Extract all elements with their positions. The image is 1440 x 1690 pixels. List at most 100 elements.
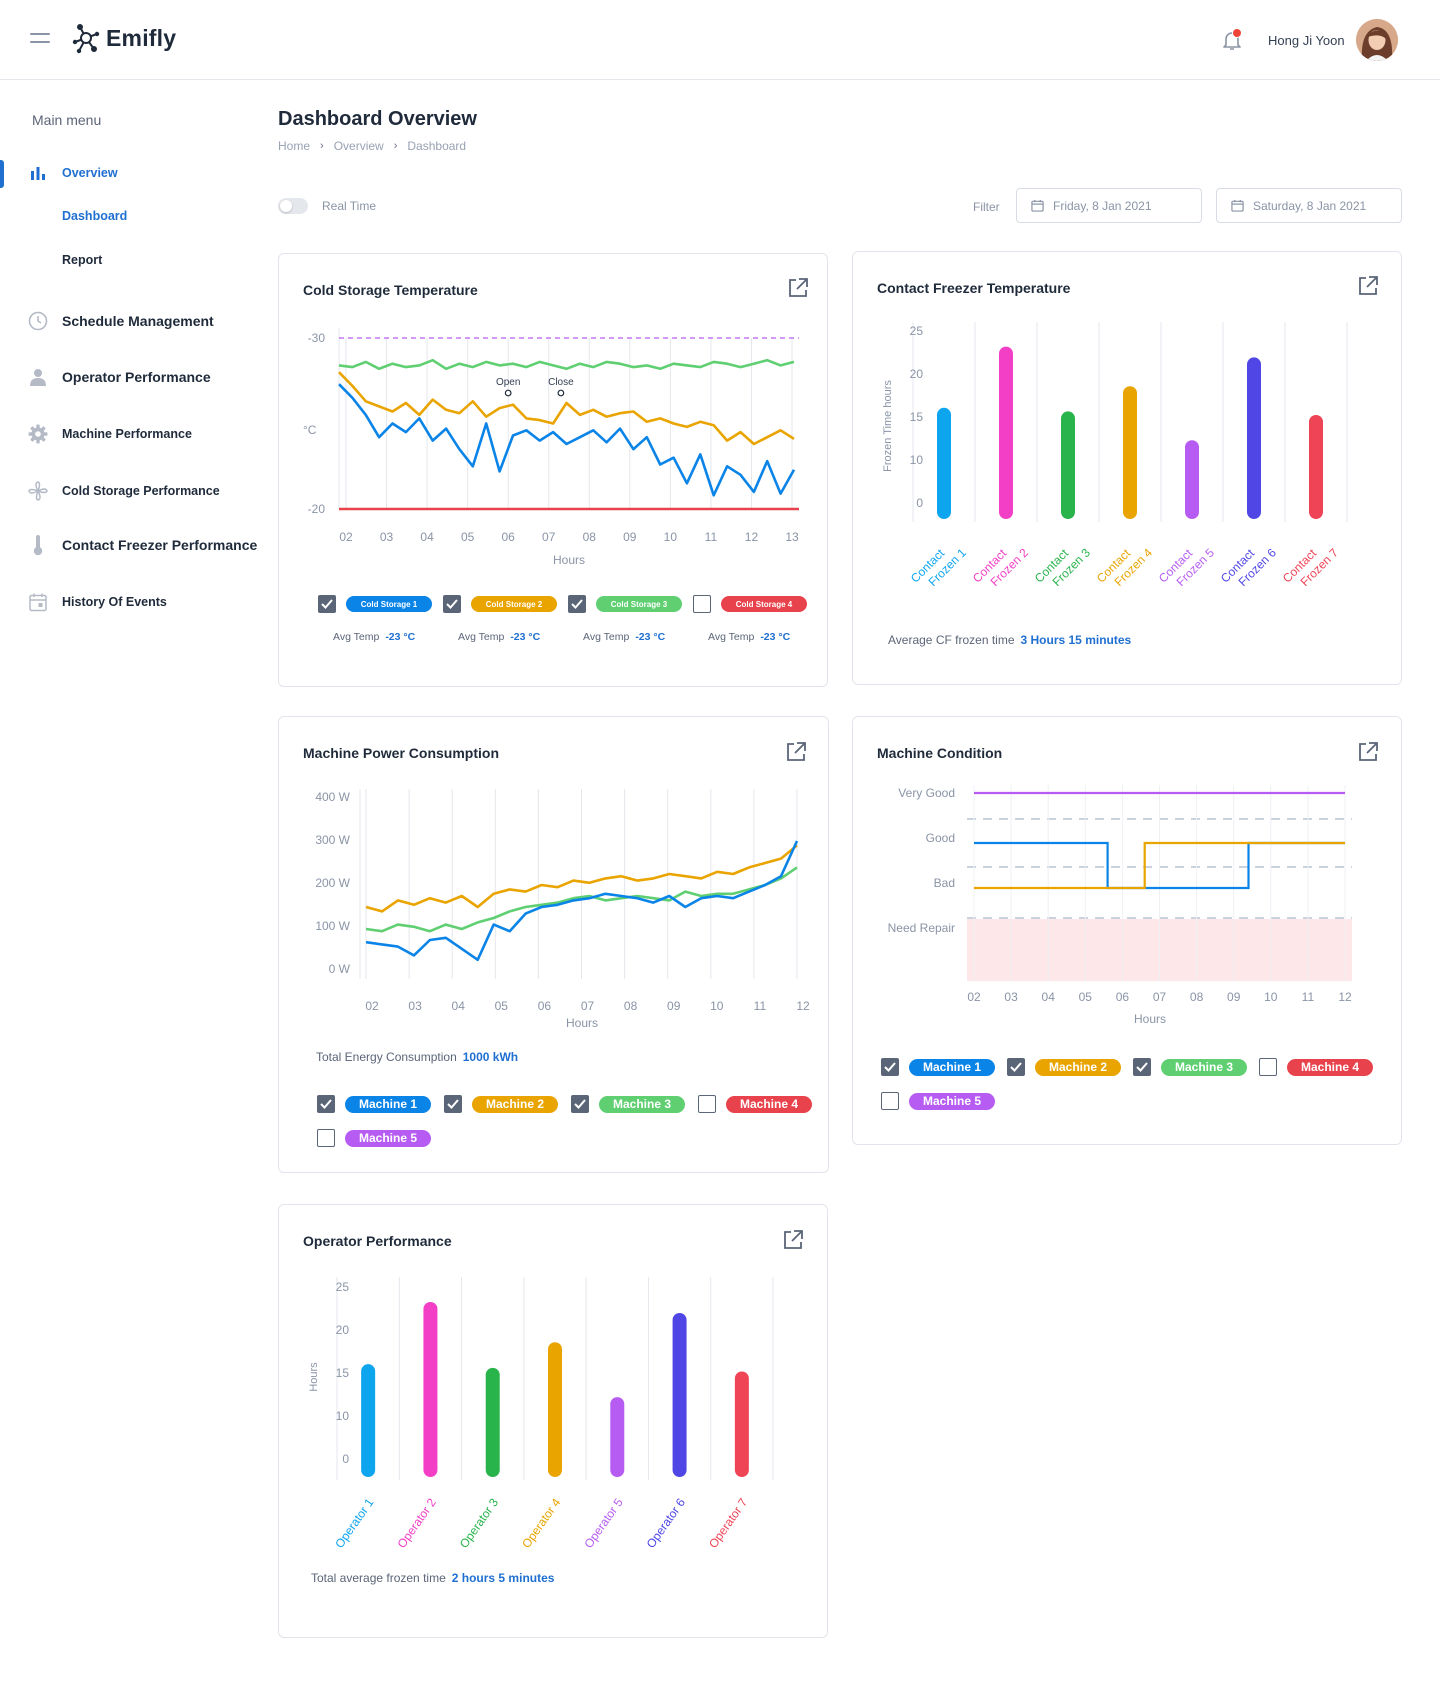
- breadcrumb-home[interactable]: Home: [278, 139, 310, 153]
- avg-temp: Avg Temp -23 °C: [583, 631, 665, 643]
- sidebar-item-contact-freezer-performance[interactable]: Contact Freezer Performance: [0, 534, 270, 556]
- clock-icon: [27, 310, 49, 332]
- legend-cold-storage-1[interactable]: Cold Storage 1: [318, 595, 432, 613]
- checkbox[interactable]: [444, 1095, 462, 1113]
- date-from-picker[interactable]: Friday, 8 Jan 2021: [1016, 188, 1202, 223]
- checkbox[interactable]: [698, 1095, 716, 1113]
- checkbox[interactable]: [693, 595, 711, 613]
- avg-temp-label: Avg Temp: [458, 631, 505, 643]
- sidebar-item-schedule-management[interactable]: Schedule Management: [0, 310, 270, 332]
- x-tick-label: 04: [420, 530, 434, 544]
- contact-freezer-chart: 25 20 15 10 0 Frozen Time hours ContactFrozen …: [882, 322, 1348, 596]
- x-tick-label: 10: [1264, 990, 1278, 1004]
- legend-pill: Machine 1: [909, 1058, 995, 1076]
- sidebar-item-label: Overview: [62, 166, 118, 180]
- check-icon: [446, 599, 458, 609]
- machine-power-card: Machine Power Consumption 02 03 04 05 06 07 08…: [278, 716, 829, 1173]
- y-axis-label: Hours: [308, 1362, 320, 1392]
- legend-machine-2[interactable]: Machine 2: [1007, 1058, 1121, 1076]
- sidebar-item-label: Contact Freezer Performance: [62, 537, 258, 553]
- thermometer-icon: [27, 534, 49, 556]
- x-tick-label: 10: [710, 999, 724, 1013]
- sidebar-item-machine-performance[interactable]: Machine Performance: [0, 423, 270, 445]
- legend-machine-1[interactable]: Machine 1: [317, 1095, 431, 1113]
- legend-pill: Machine 2: [1035, 1058, 1121, 1076]
- x-tick-label: 03: [380, 530, 394, 544]
- notification-badge: [1232, 28, 1242, 38]
- checkbox[interactable]: [1133, 1058, 1151, 1076]
- sidebar-item-overview[interactable]: Overview: [0, 163, 270, 183]
- x-tick-label: 08: [583, 530, 597, 544]
- avg-temp-label: Avg Temp: [583, 631, 630, 643]
- checkbox[interactable]: [881, 1092, 899, 1110]
- summary-value: 3 Hours 15 minutes: [1020, 633, 1132, 647]
- y-tick-label: 10: [910, 453, 924, 467]
- category-label: ContactFrozen 3: [1032, 535, 1093, 596]
- sidebar-item-cold-storage-performance[interactable]: Cold Storage Performance: [0, 480, 270, 502]
- avatar[interactable]: [1356, 19, 1398, 61]
- top-header: Emifly Hong Ji Yoon: [0, 0, 1440, 80]
- category-label: ContactFrozen 7: [1280, 535, 1341, 596]
- legend-cold-storage-4[interactable]: Cold Storage 4: [693, 595, 807, 613]
- y-tick-label: 15: [910, 410, 924, 424]
- category-label: ContactFrozen 4: [1094, 535, 1155, 596]
- x-axis-label: Hours: [553, 553, 585, 567]
- checkbox[interactable]: [1007, 1058, 1025, 1076]
- contact-freezer-card: Contact Freezer Temperature 25 20 15 10 0 Fro…: [852, 251, 1402, 685]
- x-tick-label: 11: [1302, 990, 1315, 1004]
- check-icon: [1010, 1062, 1022, 1072]
- legend-machine-1[interactable]: Machine 1: [881, 1058, 995, 1076]
- hamburger-menu-icon[interactable]: [30, 33, 50, 47]
- checkbox[interactable]: [1259, 1058, 1277, 1076]
- sidebar-item-operator-performance[interactable]: Operator Performance: [0, 366, 270, 388]
- sidebar-item-label: Dashboard: [62, 209, 128, 223]
- sidebar-item-label: Machine Performance: [62, 427, 192, 441]
- category-label: Operator 1: [332, 1495, 377, 1550]
- checkbox[interactable]: [318, 595, 336, 613]
- legend-cold-storage-3[interactable]: Cold Storage 3: [568, 595, 682, 613]
- cold-storage-chart: 02 03 04 05 06 07 08 09 10 11 12 13 -30 -20 °C Hours Ope…: [303, 328, 799, 567]
- x-tick-label: 02: [967, 990, 981, 1004]
- category-label: Operator 4: [519, 1495, 564, 1550]
- legend-machine-5[interactable]: Machine 5: [881, 1092, 995, 1110]
- checkbox[interactable]: [443, 595, 461, 613]
- legend-machine-4[interactable]: Machine 4: [698, 1095, 812, 1113]
- gear-icon: [27, 423, 49, 445]
- user-icon: [27, 366, 49, 388]
- legend-cold-storage-2[interactable]: Cold Storage 2: [443, 595, 557, 613]
- operator-performance-card: Operator Performance 25 20 15 10 0 Hours Opera…: [278, 1204, 828, 1638]
- checkbox[interactable]: [571, 1095, 589, 1113]
- date-to-picker[interactable]: Saturday, 8 Jan 2021: [1216, 188, 1402, 223]
- x-tick-label: 06: [502, 530, 516, 544]
- y-tick-label: 15: [336, 1366, 350, 1380]
- machine-condition-card: Machine Condition 02 03 04 05 06 07 08 09 10 11 12…: [852, 716, 1402, 1145]
- checkbox[interactable]: [317, 1095, 335, 1113]
- legend-pill: Machine 5: [345, 1129, 431, 1147]
- user-name[interactable]: Hong Ji Yoon: [1268, 33, 1345, 48]
- logo[interactable]: Emifly: [70, 22, 176, 54]
- annotation-label: Open: [496, 377, 520, 388]
- checkbox[interactable]: [568, 595, 586, 613]
- sidebar-item-report[interactable]: Report: [0, 250, 270, 270]
- sidebar-item-history-of-events[interactable]: History Of Events: [0, 591, 270, 613]
- x-tick-label: 09: [1227, 990, 1241, 1004]
- checkbox[interactable]: [881, 1058, 899, 1076]
- category-label: Operator 2: [395, 1495, 440, 1550]
- legend-machine-3[interactable]: Machine 3: [571, 1095, 685, 1113]
- legend-pill: Machine 4: [1287, 1058, 1373, 1076]
- breadcrumb-dashboard: Dashboard: [407, 139, 467, 153]
- legend-machine-5[interactable]: Machine 5: [317, 1129, 431, 1147]
- category-label: Operator 6: [644, 1495, 689, 1550]
- summary-value: 2 hours 5 minutes: [451, 1571, 555, 1585]
- realtime-toggle[interactable]: [278, 198, 308, 214]
- avg-temp-value: -23 °C: [385, 631, 416, 643]
- legend-machine-3[interactable]: Machine 3: [1133, 1058, 1247, 1076]
- cf-summary: Average CF frozen time 3 Hours 15 minutes: [888, 633, 1131, 647]
- avg-temp: Avg Temp -23 °C: [458, 631, 540, 643]
- checkbox[interactable]: [317, 1129, 335, 1147]
- breadcrumb-overview[interactable]: Overview: [334, 139, 384, 153]
- sidebar-item-dashboard[interactable]: Dashboard: [0, 206, 270, 226]
- legend-machine-4[interactable]: Machine 4: [1259, 1058, 1373, 1076]
- legend-machine-2[interactable]: Machine 2: [444, 1095, 558, 1113]
- filter-label: Filter: [973, 200, 1000, 214]
